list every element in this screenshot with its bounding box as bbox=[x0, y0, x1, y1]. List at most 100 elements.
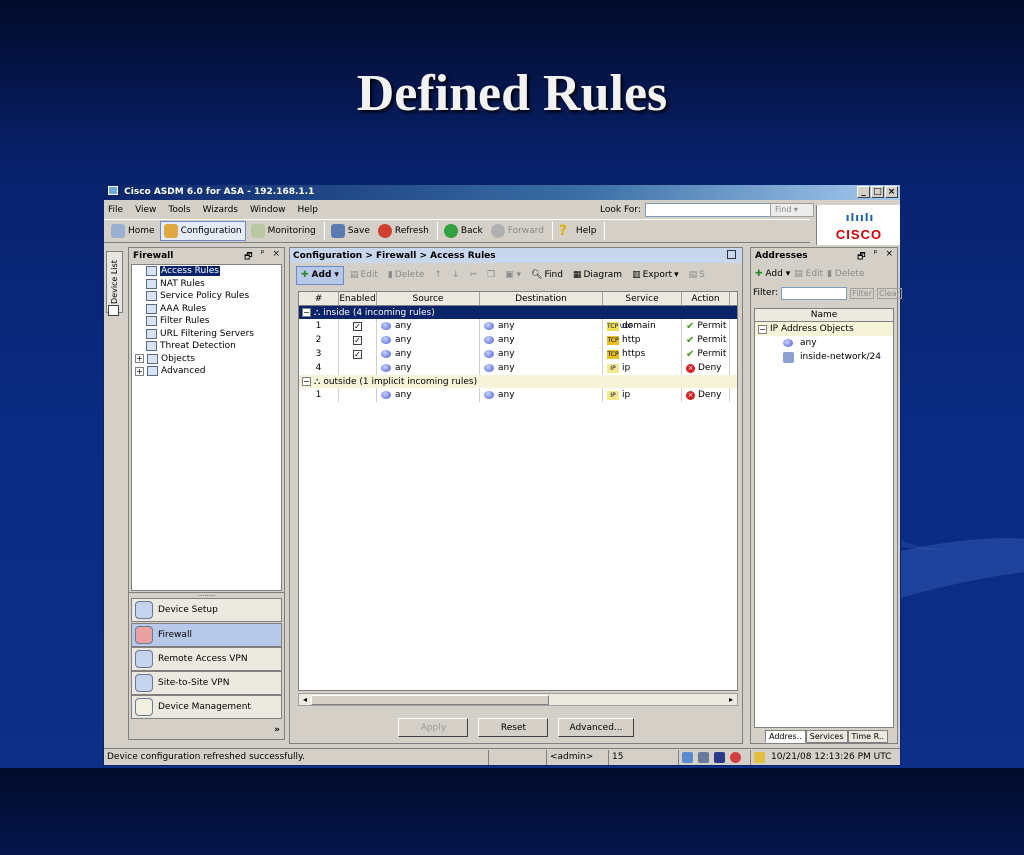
back-button[interactable]: Back bbox=[441, 221, 486, 241]
edit-address-button[interactable]: ▤ Edit bbox=[794, 269, 823, 279]
delete-address-button[interactable]: ▮ Delete bbox=[827, 269, 864, 279]
reset-button[interactable]: Reset bbox=[478, 718, 549, 737]
nav-device-setup[interactable]: Device Setup bbox=[131, 598, 282, 622]
minimize-button[interactable]: _ bbox=[857, 186, 870, 198]
col-name[interactable]: Name bbox=[755, 309, 893, 322]
tree-item-threat-detection[interactable]: Threat Detection bbox=[132, 340, 281, 353]
table-row[interactable]: 2 ✓ any any TCP http ✔ Permit bbox=[299, 333, 737, 347]
menu-wizards[interactable]: Wizards bbox=[203, 205, 238, 215]
tree-item-filter-rules[interactable]: Filter Rules bbox=[132, 315, 281, 328]
apply-button[interactable]: Apply bbox=[398, 718, 469, 737]
enabled-checkbox[interactable]: ✓ bbox=[353, 321, 362, 331]
close-button[interactable]: × bbox=[885, 186, 898, 198]
menu-file[interactable]: File bbox=[108, 205, 123, 215]
tab-services[interactable]: Services bbox=[805, 730, 848, 743]
forward-button[interactable]: Forward bbox=[488, 221, 547, 241]
tree-item-advanced[interactable]: + Advanced bbox=[132, 365, 281, 378]
configuration-button[interactable]: Configuration bbox=[159, 221, 246, 241]
filter-button[interactable]: Filter bbox=[850, 287, 874, 299]
filter-input[interactable] bbox=[781, 286, 848, 300]
home-button[interactable]: Home bbox=[108, 221, 158, 241]
clear-button[interactable]: Clear bbox=[876, 287, 902, 299]
expand-icon[interactable]: + bbox=[135, 366, 144, 376]
collapse-icon[interactable]: − bbox=[302, 377, 311, 386]
chevron-down-icon[interactable]: ▾ bbox=[674, 270, 679, 280]
refresh-button[interactable]: Refresh bbox=[375, 221, 432, 241]
edit-rule-button[interactable]: ▤ Edit bbox=[346, 266, 382, 285]
collapse-icon[interactable]: − bbox=[758, 324, 767, 334]
show-log-button[interactable]: ▤ S bbox=[685, 266, 709, 285]
tab-addresses[interactable]: Addres.. bbox=[765, 730, 806, 743]
list-item[interactable]: any bbox=[755, 336, 893, 350]
advanced-button[interactable]: Advanced... bbox=[558, 718, 634, 737]
float-icon[interactable]: 🗗 bbox=[857, 249, 865, 265]
menu-tools[interactable]: Tools bbox=[168, 205, 190, 215]
look-for-input[interactable] bbox=[644, 203, 773, 217]
move-up-button[interactable]: ↑ bbox=[430, 266, 446, 285]
export-button[interactable]: ▥ Export ▾ bbox=[628, 266, 683, 285]
help-button[interactable]: ? Help bbox=[556, 221, 600, 241]
pin-icon[interactable]: ᵖ bbox=[874, 249, 878, 265]
copy-button[interactable]: ❐ bbox=[483, 266, 499, 285]
list-item[interactable]: − IP Address Objects bbox=[755, 322, 893, 336]
table-row[interactable]: 3 ✓ any any TCP https ✔ Permit bbox=[299, 347, 737, 361]
pin-icon[interactable]: ᵖ bbox=[261, 249, 265, 265]
device-list-pin[interactable] bbox=[108, 305, 119, 316]
nav-remote-access-vpn[interactable]: Remote Access VPN bbox=[131, 647, 282, 671]
splitter-grip[interactable]: ........ bbox=[129, 591, 284, 598]
horizontal-scrollbar[interactable]: ◂ ▸ bbox=[298, 693, 738, 706]
nav-firewall[interactable]: Firewall bbox=[131, 623, 282, 647]
expand-icon[interactable]: + bbox=[135, 354, 144, 364]
menu-view[interactable]: View bbox=[135, 205, 156, 215]
find-rule-button[interactable]: 🔍︎ Find bbox=[527, 266, 567, 285]
device-list-tab[interactable]: Device List bbox=[106, 251, 123, 313]
scroll-left-icon[interactable]: ◂ bbox=[299, 694, 311, 705]
maximize-button[interactable]: □ bbox=[871, 186, 884, 198]
rule-group-outside[interactable]: − ⛬ outside (1 implicit incoming rules) bbox=[299, 375, 737, 388]
nav-site-to-site-vpn[interactable]: Site-to-Site VPN bbox=[131, 671, 282, 695]
move-down-button[interactable]: ↓ bbox=[448, 266, 464, 285]
tree-item-aaa-rules[interactable]: AAA Rules bbox=[132, 303, 281, 316]
table-row[interactable]: 1 ✓ any any TCP UDP domain ✔ Permit bbox=[299, 319, 737, 333]
col-destination[interactable]: Destination bbox=[480, 292, 603, 305]
col-number[interactable]: # bbox=[299, 292, 339, 305]
menu-window[interactable]: Window bbox=[250, 205, 286, 215]
tree-item-access-rules[interactable]: Access Rules bbox=[132, 265, 281, 278]
save-button[interactable]: Save bbox=[328, 221, 373, 241]
col-service[interactable]: Service bbox=[603, 292, 682, 305]
maximize-pane-icon[interactable] bbox=[727, 250, 736, 259]
window-titlebar[interactable]: Cisco ASDM 6.0 for ASA - 192.168.1.1 _ □… bbox=[104, 185, 900, 200]
table-row[interactable]: 1 any any IP ip × Deny bbox=[299, 388, 737, 402]
find-button[interactable]: Find ▾ bbox=[770, 203, 814, 217]
add-address-button[interactable]: ✚ Add ▾ bbox=[755, 269, 790, 279]
chevron-down-icon[interactable]: ▾ bbox=[786, 269, 791, 279]
close-icon[interactable]: × bbox=[885, 249, 893, 265]
col-enabled[interactable]: Enabled bbox=[339, 292, 377, 305]
nav-device-management[interactable]: Device Management bbox=[131, 695, 282, 719]
scrollbar-thumb[interactable] bbox=[311, 695, 549, 705]
cut-button[interactable]: ✂ bbox=[466, 266, 482, 285]
col-action[interactable]: Action bbox=[682, 292, 730, 305]
more-nav-chevron-icon[interactable]: » bbox=[274, 725, 280, 735]
tab-time-ranges[interactable]: Time R.. bbox=[847, 730, 888, 743]
table-row[interactable]: 4 any any IP ip × Deny bbox=[299, 361, 737, 375]
tree-item-nat-rules[interactable]: NAT Rules bbox=[132, 278, 281, 291]
col-source[interactable]: Source bbox=[377, 292, 480, 305]
float-icon[interactable]: 🗗 bbox=[244, 249, 252, 265]
enabled-checkbox[interactable]: ✓ bbox=[353, 349, 362, 359]
enabled-checkbox[interactable]: ✓ bbox=[353, 335, 362, 345]
rule-group-inside[interactable]: − ⛬ inside (4 incoming rules) bbox=[299, 306, 737, 319]
diagram-button[interactable]: ▦ Diagram bbox=[569, 266, 626, 285]
collapse-icon[interactable]: − bbox=[302, 308, 311, 317]
list-item[interactable]: inside-network/24 bbox=[755, 350, 893, 364]
menu-help[interactable]: Help bbox=[297, 205, 318, 215]
tree-item-objects[interactable]: + Objects bbox=[132, 353, 281, 366]
close-icon[interactable]: × bbox=[272, 249, 280, 265]
tree-item-url-filtering[interactable]: URL Filtering Servers bbox=[132, 328, 281, 341]
monitoring-button[interactable]: Monitoring bbox=[248, 221, 319, 241]
tree-item-service-policy[interactable]: Service Policy Rules bbox=[132, 290, 281, 303]
paste-button[interactable]: ▣ ▾ bbox=[501, 266, 525, 285]
scroll-right-icon[interactable]: ▸ bbox=[725, 694, 737, 705]
delete-rule-button[interactable]: ▮ Delete bbox=[384, 266, 429, 285]
chevron-down-icon[interactable]: ▾ bbox=[334, 270, 339, 280]
